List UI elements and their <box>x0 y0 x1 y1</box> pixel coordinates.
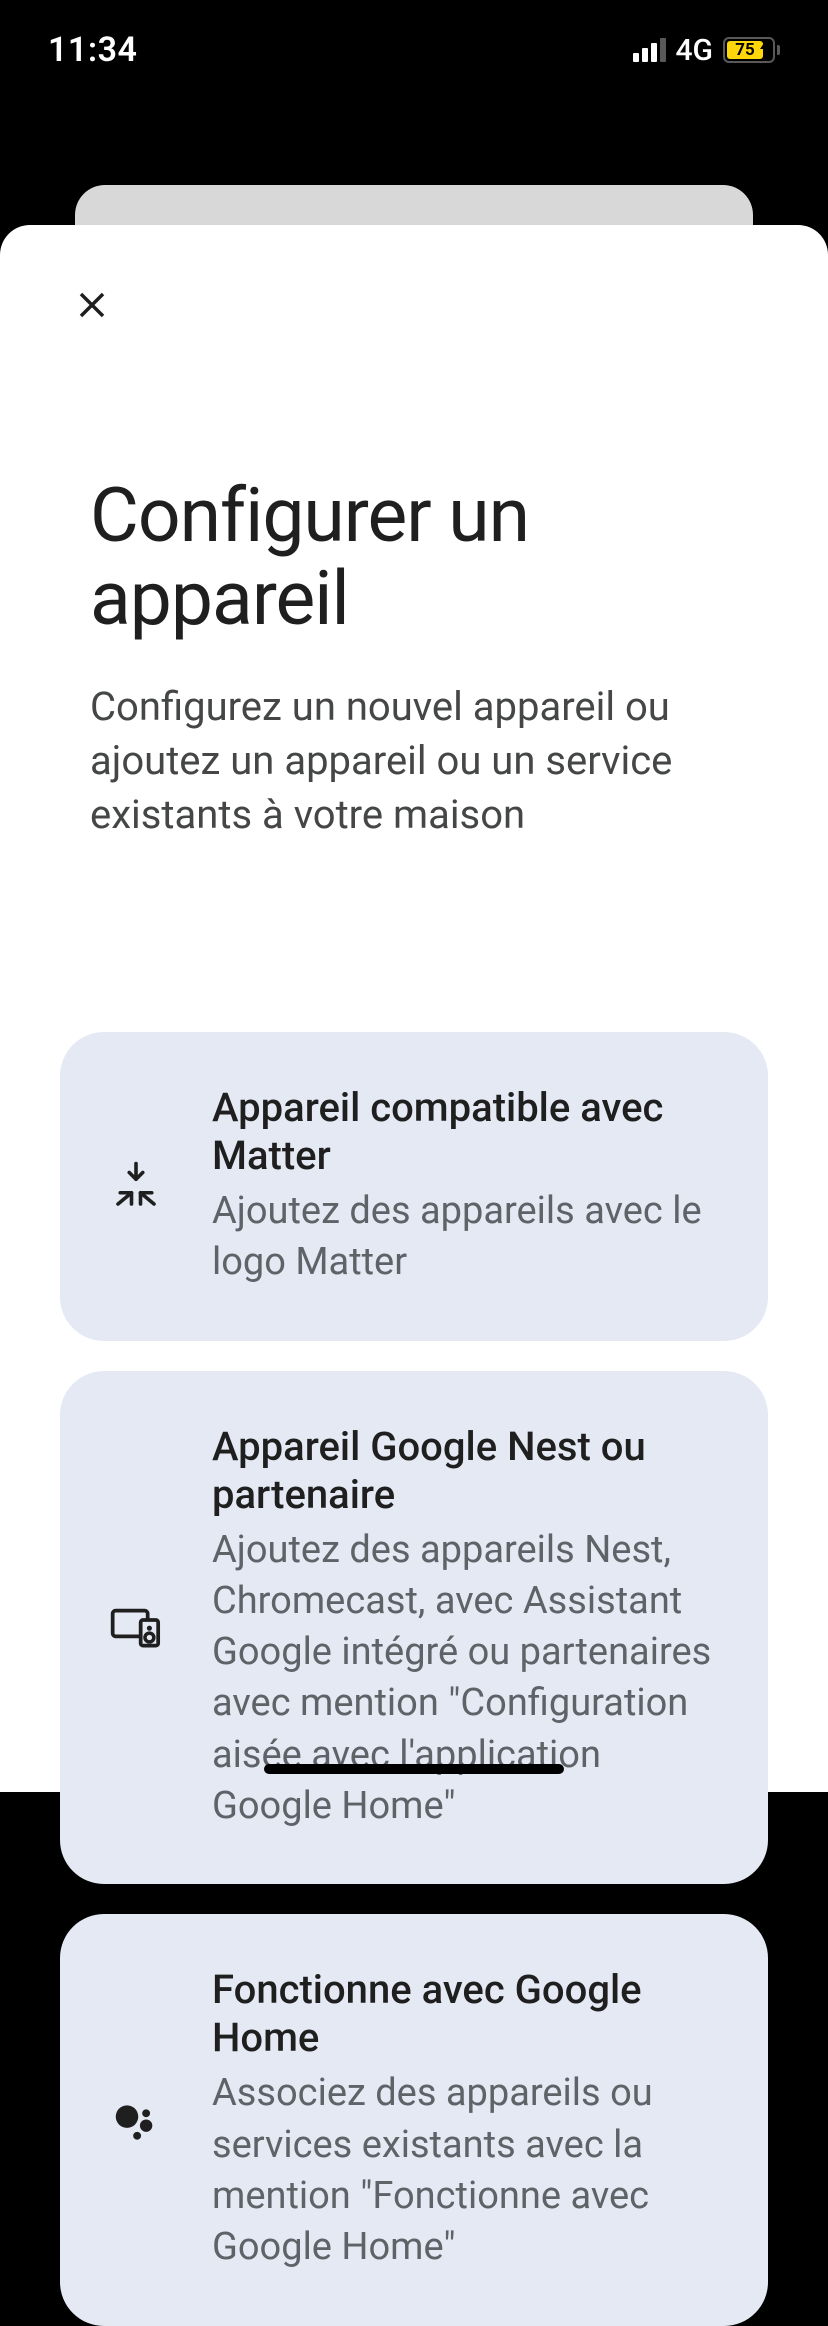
page-title: Configurer un appareil <box>90 475 738 640</box>
google-assistant-icon <box>100 2084 172 2156</box>
status-indicators: 4G 75 <box>633 33 781 68</box>
cellular-signal-icon <box>633 38 666 62</box>
option-title: Appareil Google Nest ou partenaire <box>212 1423 722 1519</box>
option-google-nest-device[interactable]: Appareil Google Nest ou partenaire Ajout… <box>60 1371 768 1885</box>
battery-icon: 75 <box>723 37 780 63</box>
option-description: Ajoutez des appareils avec le logo Matte… <box>212 1186 722 1289</box>
option-title: Fonctionne avec Google Home <box>212 1966 722 2062</box>
option-description: Ajoutez des appareils Nest, Chromecast, … <box>212 1525 722 1833</box>
matter-icon <box>100 1150 172 1222</box>
charging-bolt-icon <box>760 40 770 60</box>
background-sheet <box>75 185 753 225</box>
status-bar: 11:34 4G 75 <box>0 0 828 100</box>
options-list: Appareil compatible avec Matter Ajoutez … <box>0 1032 828 2326</box>
home-indicator[interactable] <box>264 1764 564 1774</box>
close-button[interactable] <box>62 275 122 335</box>
option-title: Appareil compatible avec Matter <box>212 1084 722 1180</box>
page-subtitle: Configurez un nouvel appareil ou ajoutez… <box>90 680 738 842</box>
battery-percentage: 75 <box>735 40 755 60</box>
option-description: Associez des appareils ou services exist… <box>212 2068 722 2273</box>
close-icon <box>71 284 113 326</box>
status-time: 11:34 <box>48 30 137 70</box>
option-matter-device[interactable]: Appareil compatible avec Matter Ajoutez … <box>60 1032 768 1341</box>
devices-icon <box>100 1591 172 1663</box>
option-works-with-google-home[interactable]: Fonctionne avec Google Home Associez des… <box>60 1914 768 2325</box>
modal-sheet: Configurer un appareil Configurez un nou… <box>0 225 828 1792</box>
network-label: 4G <box>676 33 714 68</box>
